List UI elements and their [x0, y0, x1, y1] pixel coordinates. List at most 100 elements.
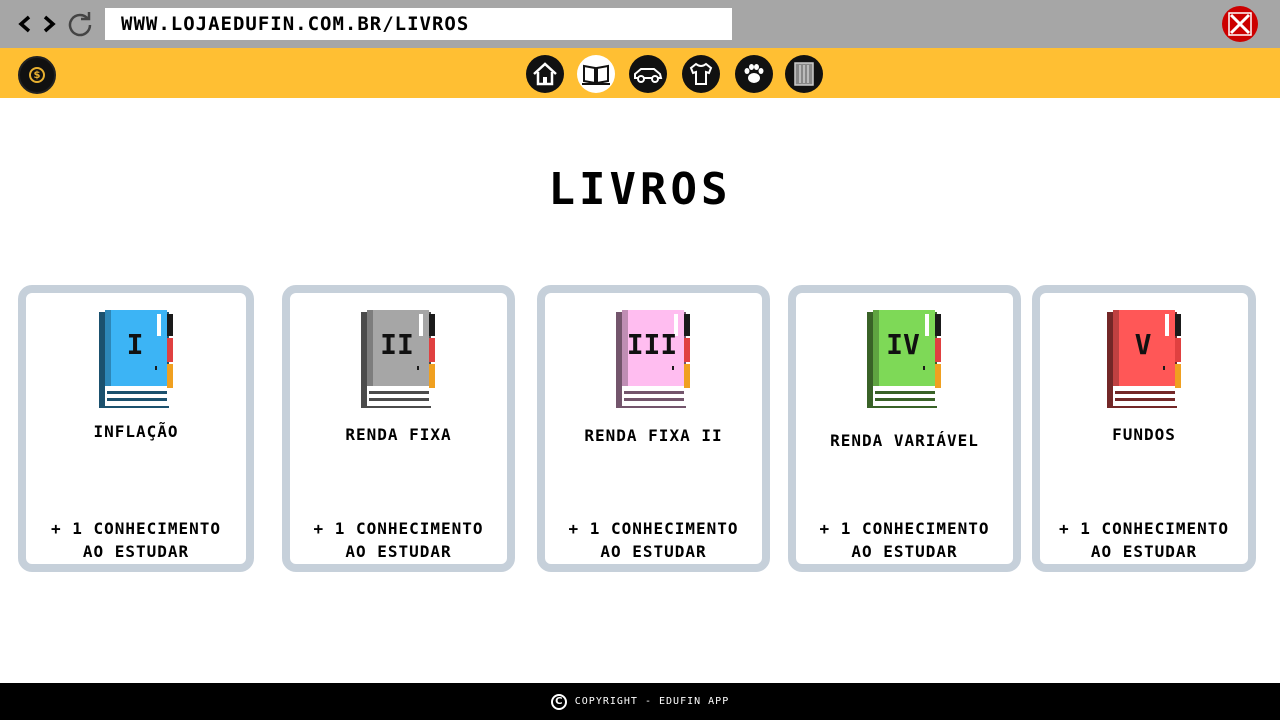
browser-toolbar: WWW.LOJAEDUFIN.COM.BR/LIVROS	[0, 0, 1280, 48]
book-shine	[672, 366, 674, 370]
chevron-left-icon	[18, 15, 31, 33]
book-card-fundos[interactable]: V FUNDOS + 1 CONHECIMENTO AO ESTUDAR	[1032, 285, 1256, 572]
book-tab	[167, 338, 173, 362]
footer: C COPYRIGHT - EDUFIN APP	[0, 683, 1280, 720]
footer-text: COPYRIGHT - EDUFIN APP	[574, 696, 730, 707]
book-numeral: III	[627, 328, 678, 361]
book-reward: + 1 CONHECIMENTO AO ESTUDAR	[1040, 517, 1248, 563]
book-tab	[684, 314, 690, 336]
category-building-button[interactable]	[785, 55, 823, 93]
category-pet-button[interactable]	[735, 55, 773, 93]
reward-line: AO ESTUDAR	[345, 542, 452, 561]
book-tab	[429, 314, 435, 336]
book-reward: + 1 CONHECIMENTO AO ESTUDAR	[545, 517, 762, 563]
category-books-button[interactable]	[577, 55, 615, 93]
book-title: RENDA FIXA	[345, 425, 452, 444]
book-tab	[167, 364, 173, 388]
book-tab	[684, 338, 690, 362]
book-icon	[582, 64, 610, 85]
store-header: $	[0, 48, 1280, 98]
back-button[interactable]	[14, 10, 36, 38]
book-numeral: I	[127, 328, 144, 361]
book-shine	[419, 314, 423, 336]
book-spine	[1113, 310, 1119, 386]
book-card-renda-fixa[interactable]: II RENDA FIXA + 1 CONHECIMENTO AO ESTUDA…	[282, 285, 515, 572]
page-line	[369, 398, 429, 401]
book-shine	[155, 366, 157, 370]
category-home-button[interactable]	[526, 55, 564, 93]
page-line	[624, 391, 684, 394]
book-shine	[417, 366, 419, 370]
book-tab	[1175, 338, 1181, 362]
book-title: RENDA FIXA II	[584, 426, 723, 445]
reward-line: + 1 CONHECIMENTO	[50, 519, 222, 538]
book-tab	[1175, 314, 1181, 336]
reward-line: + 1 CONHECIMENTO	[1058, 519, 1230, 538]
page-line	[107, 398, 167, 401]
forward-button[interactable]	[38, 10, 60, 38]
reload-icon	[68, 12, 92, 37]
book-icon: I	[99, 310, 173, 408]
book-icon: III	[616, 310, 690, 408]
category-car-button[interactable]	[629, 55, 667, 93]
book-icon: V	[1107, 310, 1181, 408]
book-numeral: II	[380, 328, 414, 361]
book-tab	[935, 314, 941, 336]
book-tab	[429, 338, 435, 362]
book-reward: + 1 CONHECIMENTO AO ESTUDAR	[26, 517, 246, 563]
book-card-inflacao[interactable]: I INFLAÇÃO + 1 CONHECIMENTO AO ESTUDAR	[18, 285, 254, 572]
close-button[interactable]	[1222, 6, 1258, 42]
page-title: LIVROS	[548, 164, 732, 215]
book-pages	[105, 386, 169, 406]
book-reward: + 1 CONHECIMENTO AO ESTUDAR	[290, 517, 507, 563]
book-title: RENDA VARIÁVEL	[830, 431, 979, 450]
book-shine	[157, 314, 161, 336]
book-shine	[923, 366, 925, 370]
book-numeral: V	[1135, 328, 1152, 361]
paw-icon	[744, 64, 764, 83]
copyright-icon: C	[550, 693, 567, 710]
reload-button[interactable]	[66, 10, 94, 38]
reward-line: AO ESTUDAR	[851, 542, 958, 561]
reward-line: + 1 CONHECIMENTO	[313, 519, 484, 538]
book-icon: II	[361, 310, 435, 408]
page-line	[1115, 391, 1175, 394]
book-card-renda-variavel[interactable]: IV RENDA VARIÁVEL + 1 CONHECIMENTO AO ES…	[788, 285, 1021, 572]
book-tab	[684, 364, 690, 388]
book-icon: IV	[867, 310, 941, 408]
book-title: INFLAÇÃO	[93, 422, 179, 441]
page-line	[369, 391, 429, 394]
url-text: WWW.LOJAEDUFIN.COM.BR/LIVROS	[121, 13, 470, 35]
book-pages	[367, 386, 431, 406]
book-shine	[925, 314, 929, 336]
reward-line: + 1 CONHECIMENTO	[568, 519, 739, 538]
book-pages	[1113, 386, 1177, 406]
shirt-icon	[689, 62, 713, 85]
book-spine	[105, 310, 111, 386]
page-line	[624, 398, 684, 401]
category-clothes-button[interactable]	[682, 55, 720, 93]
home-icon	[533, 62, 557, 86]
book-spine	[873, 310, 879, 386]
book-numeral: IV	[886, 328, 920, 361]
close-icon	[1228, 12, 1252, 36]
book-title: FUNDOS	[1112, 425, 1176, 444]
book-tab	[1175, 364, 1181, 388]
book-card-renda-fixa-ii[interactable]: III RENDA FIXA II + 1 CONHECIMENTO AO ES…	[537, 285, 770, 572]
edufin-logo[interactable]: $	[18, 56, 56, 94]
book-spine	[367, 310, 373, 386]
book-pages	[873, 386, 937, 406]
book-tab	[429, 364, 435, 388]
page-line	[875, 398, 935, 401]
reward-line: + 1 CONHECIMENTO	[819, 519, 990, 538]
book-shine	[1163, 366, 1165, 370]
reward-line: AO ESTUDAR	[82, 542, 190, 561]
reward-line: AO ESTUDAR	[600, 542, 707, 561]
building-icon	[794, 62, 814, 86]
url-bar[interactable]: WWW.LOJAEDUFIN.COM.BR/LIVROS	[105, 8, 732, 40]
car-icon	[634, 68, 663, 83]
page-line	[107, 391, 167, 394]
book-pages	[622, 386, 686, 406]
book-tab	[167, 314, 173, 336]
chevron-right-icon	[43, 15, 56, 33]
